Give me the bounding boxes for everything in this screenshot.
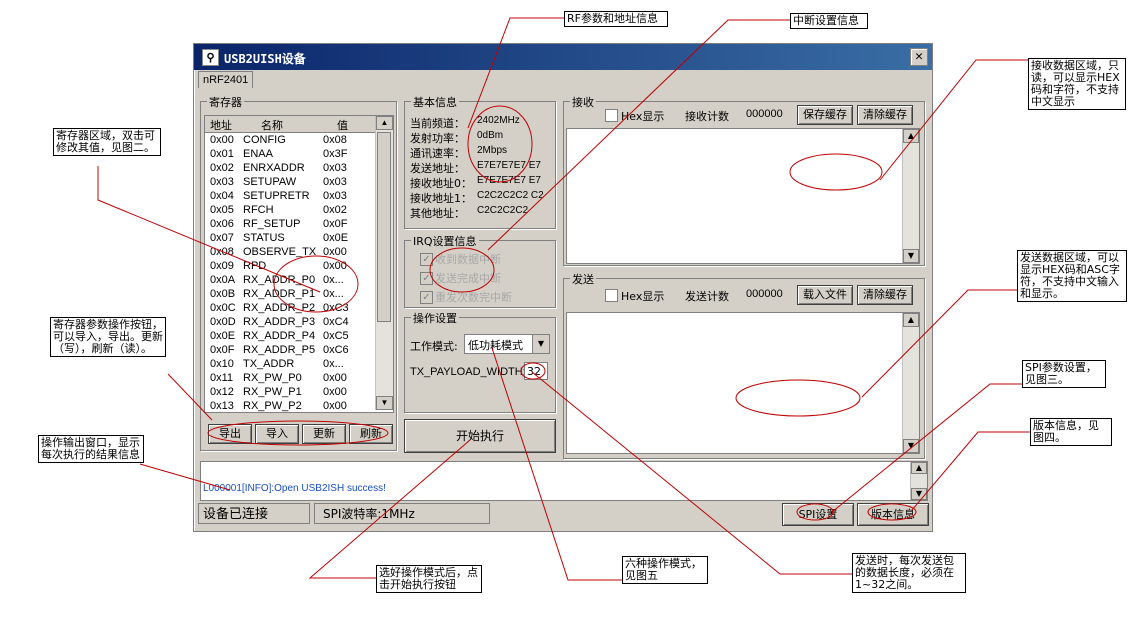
ellipse-send	[735, 379, 861, 417]
ellipse-payload	[520, 362, 546, 380]
leader-line-start	[308, 439, 471, 579]
leader-line-send	[861, 289, 1017, 398]
leader-line-receive	[879, 59, 1028, 181]
leader-line-register	[97, 166, 321, 293]
ellipse-version	[867, 503, 917, 521]
ellipse-registers	[273, 255, 359, 313]
leader-line-output	[139, 463, 231, 491]
ellipse-basic-info	[467, 105, 533, 183]
ellipse-spi	[796, 503, 834, 521]
leader-line-irq	[487, 19, 790, 251]
leader-line-modes	[491, 347, 622, 581]
leader-line-payload	[531, 371, 852, 575]
leader-line-register-ops	[167, 373, 213, 421]
ellipse-register-buttons	[207, 420, 389, 446]
annotation-overlay	[97, 17, 1030, 581]
ellipse-receive	[789, 153, 883, 191]
leader-line-version	[911, 431, 1030, 511]
ellipse-irq	[429, 247, 495, 293]
